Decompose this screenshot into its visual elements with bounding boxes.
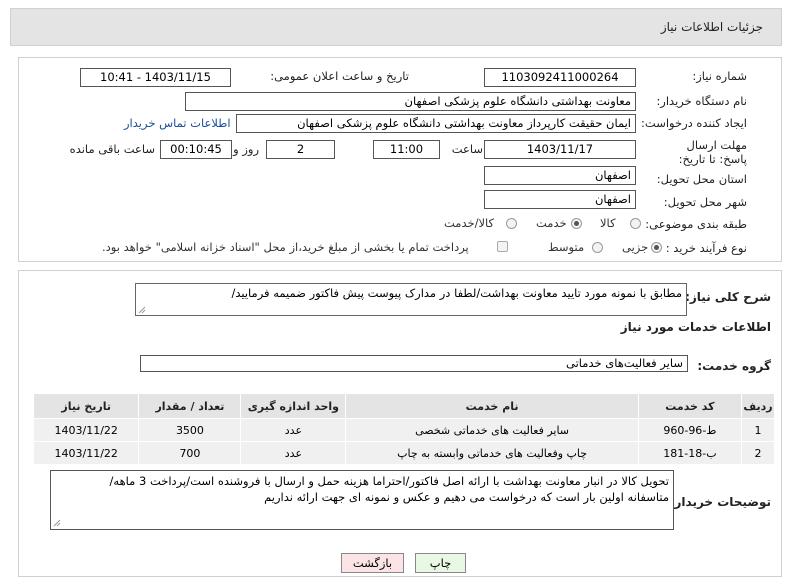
buyer-notes-textarea[interactable]: تحویل کالا در انبار معاونت بهداشت با ارا… [50, 470, 674, 530]
service-group-label: گروه خدمت: [697, 359, 771, 373]
delivery-city-field: اصفهان [484, 190, 636, 209]
buyer-org-field: معاونت بهداشتی دانشگاه علوم پزشکی اصفهان [185, 92, 636, 111]
summary-textarea[interactable]: مطابق با نمونه مورد تایید معاونت بهداشت/… [135, 283, 687, 316]
table-header-row: ردیف کد خدمت نام خدمت واحد اندازه گیری ت… [32, 393, 775, 419]
cell-code: ط-96-960 [637, 418, 743, 442]
purchase-type-label: نوع فرآیند خرید : [665, 241, 747, 255]
buyer-notes-line-1: تحویل کالا در انبار معاونت بهداشت با ارا… [109, 474, 669, 488]
cell-index: 2 [741, 441, 775, 465]
purchase-radio-medium[interactable] [592, 242, 603, 253]
buyer-org-label: نام دستگاه خریدار: [656, 94, 747, 108]
request-creator-field: ایمان حقیقت کارپرداز معاونت بهداشتی دانش… [236, 114, 636, 133]
delivery-province-field: اصفهان [484, 166, 636, 185]
category-option-goods-service: کالا/خدمت [444, 216, 495, 230]
services-section-title: اطلاعات خدمات مورد نیاز [620, 320, 771, 334]
page-title: جزئیات اطلاعات نیاز [660, 20, 763, 34]
deadline-time-field: 11:00 [373, 140, 440, 159]
buyer-contact-link[interactable]: اطلاعات تماس خریدار [124, 116, 231, 130]
col-header-date: تاریخ نیاز [32, 393, 140, 419]
col-header-code: کد خدمت [637, 393, 743, 419]
remaining-time-field: 00:10:45 [160, 140, 232, 159]
print-button[interactable]: چاپ [415, 553, 466, 573]
summary-label: شرح کلی نیاز: [685, 290, 771, 304]
resize-handle-icon[interactable] [53, 519, 61, 527]
announce-datetime-field: 1403/11/15 - 10:41 [80, 68, 231, 87]
need-number-field: 1103092411000264 [484, 68, 636, 87]
col-header-qty: تعداد / مقدار [138, 393, 242, 419]
page-header: جزئیات اطلاعات نیاز [10, 8, 782, 46]
deadline-time-label: ساعت [451, 142, 483, 156]
purchase-radio-minor[interactable] [651, 242, 662, 253]
cell-name: سایر فعالیت های خدماتی شخصی [345, 418, 639, 442]
remaining-time-label: ساعت باقی مانده [69, 142, 155, 156]
category-radio-service[interactable] [571, 218, 582, 229]
days-label: روز و [233, 142, 259, 156]
resize-handle-icon[interactable] [138, 306, 146, 314]
remaining-days-field: 2 [266, 140, 335, 159]
cell-date: 1403/11/22 [32, 418, 140, 442]
cell-name: چاپ وفعالیت های خدماتی وابسته به چاپ [345, 441, 639, 465]
request-creator-label: ایجاد کننده درخواست: [641, 116, 747, 130]
delivery-province-label: استان محل تحویل: [656, 172, 747, 186]
category-option-goods: کالا [600, 216, 616, 230]
col-header-unit: واحد اندازه گیری [240, 393, 347, 419]
announce-datetime-label: تاریخ و ساعت اعلان عمومی: [270, 69, 409, 83]
delivery-city-label: شهر محل تحویل: [663, 195, 747, 209]
col-header-name: نام خدمت [345, 393, 639, 419]
purchase-option-minor: جزیی [622, 240, 649, 254]
category-option-service: خدمت [536, 216, 567, 230]
cell-index: 1 [741, 418, 775, 442]
buyer-notes-label: توضیحات خریدار: [669, 495, 771, 509]
treasury-note: پرداخت تمام یا بخشی از مبلغ خرید،از محل … [102, 240, 469, 254]
cell-qty: 700 [138, 441, 242, 465]
back-button[interactable]: بازگشت [341, 553, 404, 573]
cell-unit: عدد [240, 418, 347, 442]
services-table: ردیف کد خدمت نام خدمت واحد اندازه گیری ت… [32, 393, 775, 465]
buyer-notes-line-2: متاسفانه اولین بار است که درخواست می دهی… [264, 490, 669, 504]
table-row: 1 ط-96-960 سایر فعالیت های خدماتی شخصی ع… [32, 418, 775, 442]
category-radio-goods[interactable] [630, 218, 641, 229]
col-header-index: ردیف [741, 393, 775, 419]
cell-unit: عدد [240, 441, 347, 465]
need-number-label: شماره نیاز: [692, 69, 747, 83]
treasury-checkbox[interactable] [497, 241, 508, 252]
service-group-field: سایر فعالیت‌های خدماتی [140, 355, 688, 372]
category-label: طبقه بندی موضوعی: [645, 217, 747, 231]
cell-date: 1403/11/22 [32, 441, 140, 465]
cell-code: ب-18-181 [637, 441, 743, 465]
reply-deadline-label: مهلت ارسال پاسخ: تا تاریخ: [678, 138, 747, 166]
purchase-option-medium: متوسط [548, 240, 585, 254]
deadline-date-field: 1403/11/17 [484, 140, 636, 159]
category-radio-goods-service[interactable] [506, 218, 517, 229]
cell-qty: 3500 [138, 418, 242, 442]
table-row: 2 ب-18-181 چاپ وفعالیت های خدماتی وابسته… [32, 441, 775, 465]
